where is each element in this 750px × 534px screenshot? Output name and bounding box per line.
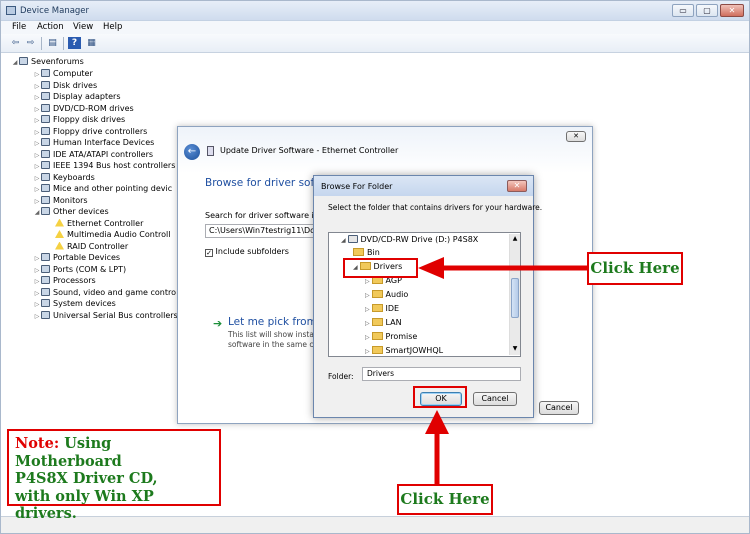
note-box: Note: Using Motherboard P4S8X Driver CD,… [7,429,221,522]
arrow-right-head [418,257,444,279]
note-line1: Note: Using Motherboard [15,435,122,470]
arrow-up-head [425,410,449,434]
click-here-label-bottom: Click Here [397,484,493,515]
note-line2: P4S8X Driver CD, [15,470,158,487]
note-line3: with only Win XP drivers. [15,487,154,523]
click-here-label-right: Click Here [587,252,683,285]
